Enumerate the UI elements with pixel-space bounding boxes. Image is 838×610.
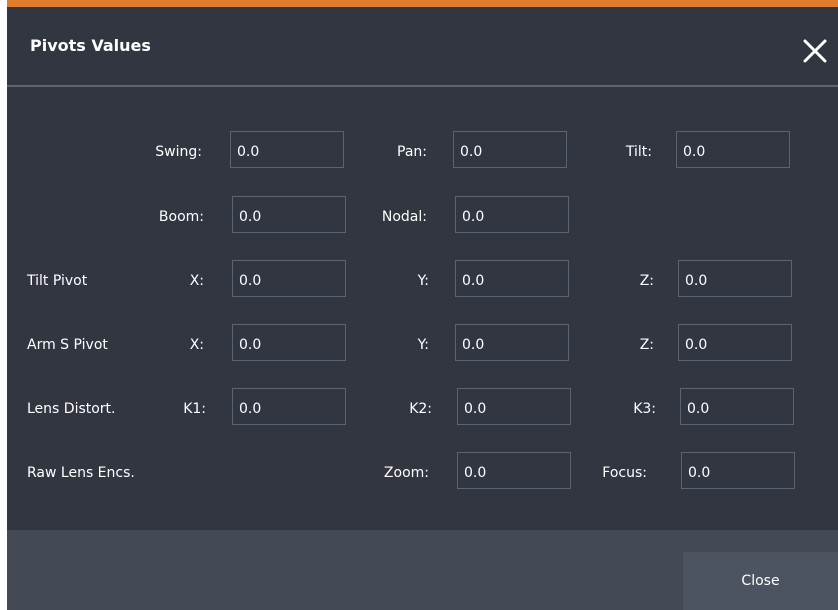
arm-s-pivot-x-input[interactable] [232, 324, 346, 361]
dialog-footer: Close [7, 530, 838, 610]
arm-s-pivot-z-input[interactable] [678, 324, 792, 361]
tilt-pivot-x-input[interactable] [232, 260, 346, 297]
close-button[interactable]: Close [683, 552, 838, 610]
arm-s-pivot-y-input[interactable] [455, 324, 569, 361]
tilt-pivot-label: Tilt Pivot [27, 273, 88, 289]
dialog-body: Swing: Pan: Tilt: Boom: Nodal: Tilt Pivo… [7, 87, 838, 530]
tilt-pivot-z-label: Z: [639, 273, 654, 289]
tilt-pivot-z-input[interactable] [678, 260, 792, 297]
tilt-pivot-y-label: Y: [417, 273, 429, 289]
pan-label: Pan: [397, 144, 427, 160]
dialog-header: Pivots Values [7, 7, 838, 85]
accent-bar [7, 0, 838, 7]
arm-s-pivot-x-label: X: [189, 337, 204, 353]
nodal-label: Nodal: [381, 209, 427, 225]
lens-distort-k1-input[interactable] [232, 388, 346, 425]
swing-input[interactable] [230, 131, 344, 168]
pivots-values-dialog: Pivots Values Swing: Pan: Tilt: Boom: No… [7, 0, 838, 610]
boom-label: Boom: [158, 209, 204, 225]
swing-label: Swing: [155, 144, 202, 160]
lens-distort-label: Lens Distort. [27, 401, 116, 417]
raw-lens-encs-label: Raw Lens Encs. [27, 465, 135, 481]
pan-input[interactable] [453, 131, 567, 168]
raw-lens-encs-zoom-label: Zoom: [383, 465, 429, 481]
raw-lens-encs-focus-input[interactable] [681, 452, 795, 489]
lens-distort-k3-input[interactable] [680, 388, 794, 425]
arm-s-pivot-z-label: Z: [639, 337, 654, 353]
tilt-pivot-y-input[interactable] [455, 260, 569, 297]
close-icon[interactable] [799, 35, 831, 67]
tilt-label: Tilt: [625, 144, 652, 160]
lens-distort-k1-label: K1: [183, 401, 206, 417]
raw-lens-encs-focus-label: Focus: [602, 465, 647, 481]
lens-distort-k3-label: K3: [633, 401, 656, 417]
dialog-title: Pivots Values [30, 36, 151, 55]
tilt-pivot-x-label: X: [189, 273, 204, 289]
lens-distort-k2-input[interactable] [457, 388, 571, 425]
boom-input[interactable] [232, 196, 346, 233]
tilt-input[interactable] [676, 131, 790, 168]
arm-s-pivot-label: Arm S Pivot [27, 337, 108, 353]
nodal-input[interactable] [455, 196, 569, 233]
arm-s-pivot-y-label: Y: [417, 337, 429, 353]
raw-lens-encs-zoom-input[interactable] [457, 452, 571, 489]
lens-distort-k2-label: K2: [409, 401, 432, 417]
